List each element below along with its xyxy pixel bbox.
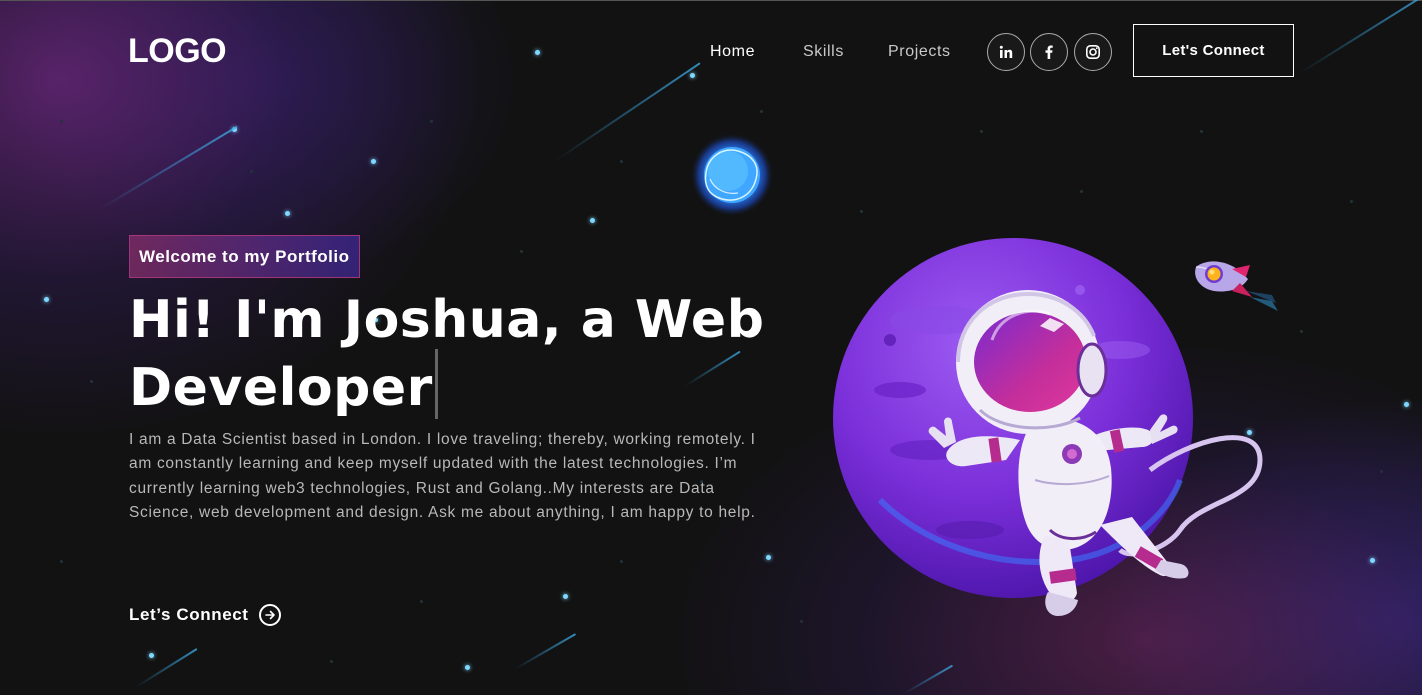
star [1080, 190, 1083, 193]
instagram-icon [1085, 44, 1100, 59]
logo[interactable]: LOGO [128, 32, 227, 71]
typing-cursor [434, 349, 438, 419]
shooting-star [135, 647, 198, 688]
astronaut-planet-illustration [833, 238, 1263, 616]
star [1404, 402, 1409, 407]
linkedin-button[interactable] [987, 33, 1025, 71]
arrow-right-circle-icon [258, 604, 281, 626]
nav-link-projects[interactable]: Projects [888, 43, 951, 61]
portfolio-tagline: Welcome to my Portfolio [129, 235, 360, 278]
lets-connect-button[interactable]: Let's Connect [1133, 24, 1294, 77]
star [690, 73, 695, 78]
star [60, 560, 63, 563]
instagram-button[interactable] [1074, 33, 1112, 71]
lets-connect-link[interactable]: Let’s Connect [129, 604, 281, 626]
star [860, 210, 863, 213]
shooting-star [99, 125, 238, 210]
star [620, 560, 623, 563]
headline-text: Hi! I'm Joshua, a Web Developer [129, 290, 765, 418]
window-top-border [0, 0, 1422, 1]
star [980, 130, 983, 133]
hero-bio: I am a Data Scientist based in London. I… [129, 431, 756, 521]
facebook-icon [1045, 45, 1053, 59]
shooting-star [904, 664, 954, 694]
star [420, 600, 423, 603]
star [90, 380, 93, 383]
star [60, 120, 63, 123]
star [766, 555, 771, 560]
star [535, 50, 540, 55]
shooting-star [1299, 0, 1422, 74]
star [1300, 330, 1303, 333]
star [1350, 200, 1353, 203]
star [760, 110, 763, 113]
star [620, 160, 623, 163]
star [1200, 130, 1203, 133]
star [149, 653, 154, 658]
shooting-star [514, 633, 577, 670]
star [371, 159, 376, 164]
star [330, 660, 333, 663]
star [465, 665, 470, 670]
star [250, 170, 253, 173]
star [430, 120, 433, 123]
glowing-moon-illustration [690, 133, 774, 217]
shooting-star [554, 62, 701, 162]
star [563, 594, 568, 599]
star [520, 250, 523, 253]
star [285, 211, 290, 216]
star [590, 218, 595, 223]
star [800, 620, 803, 623]
star [44, 297, 49, 302]
cta-label: Let’s Connect [129, 605, 249, 624]
linkedin-icon [999, 45, 1013, 58]
facebook-button[interactable] [1030, 33, 1068, 71]
nav-link-home[interactable]: Home [710, 43, 755, 61]
star [1370, 558, 1375, 563]
hero-headline: Hi! I'm Joshua, a Web Developer [129, 292, 809, 419]
nav-link-skills[interactable]: Skills [803, 43, 844, 61]
star [1380, 470, 1383, 473]
